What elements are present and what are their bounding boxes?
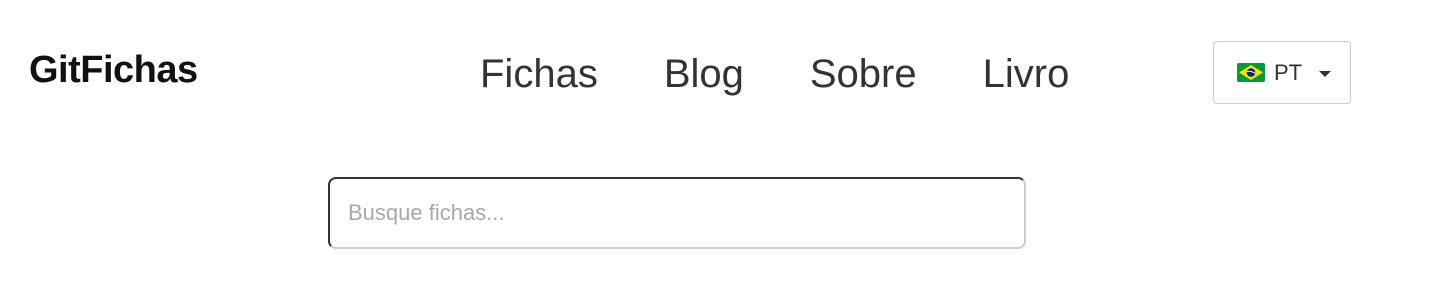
- nav-link-fichas[interactable]: Fichas: [480, 50, 598, 98]
- search-input[interactable]: [328, 177, 1026, 249]
- main-nav: Fichas Blog Sobre Livro: [480, 50, 1069, 98]
- language-dropdown-button[interactable]: PT: [1213, 41, 1351, 104]
- site-logo[interactable]: GitFichas: [29, 48, 198, 92]
- caret-down-icon: [1319, 70, 1332, 77]
- nav-link-livro[interactable]: Livro: [983, 50, 1070, 98]
- brazil-flag-icon: [1237, 63, 1265, 82]
- nav-link-blog[interactable]: Blog: [664, 50, 744, 98]
- nav-link-sobre[interactable]: Sobre: [810, 50, 917, 98]
- language-code: PT: [1274, 59, 1303, 85]
